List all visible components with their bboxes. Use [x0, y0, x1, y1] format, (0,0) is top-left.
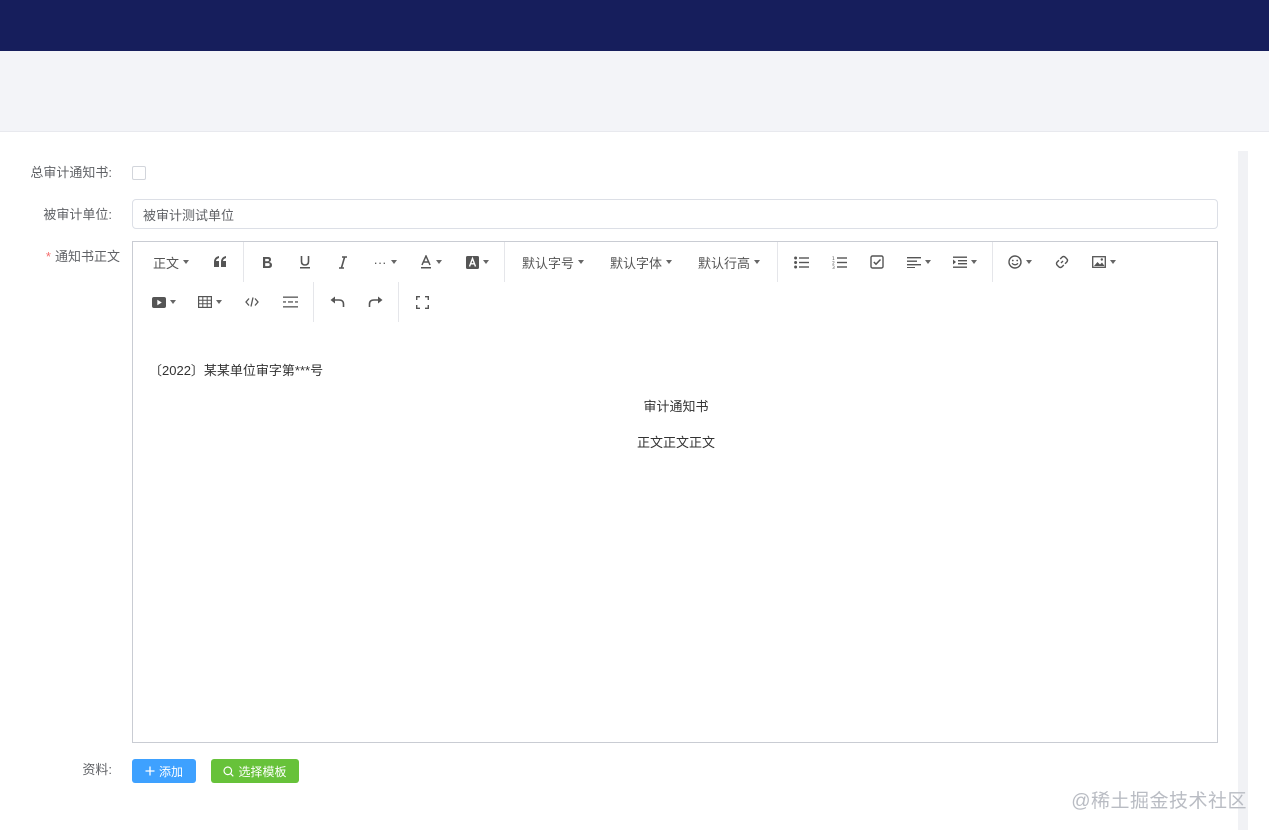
link-button[interactable] [1043, 247, 1081, 277]
chevron-down-icon [390, 260, 397, 264]
bulleted-list-icon [793, 256, 809, 268]
toolbar-separator [313, 282, 314, 322]
divider-button[interactable] [271, 287, 309, 317]
checkbox-list-icon [870, 255, 884, 269]
materials-label: 资料: [82, 762, 112, 777]
sub-header-area [0, 51, 1269, 132]
table-button[interactable] [187, 287, 233, 317]
chevron-down-icon [666, 260, 672, 264]
bulleted-list-button[interactable] [782, 247, 820, 277]
watermark-text: @稀土掘金技术社区 [1071, 791, 1247, 812]
scrollbar-track[interactable] [1238, 151, 1248, 830]
select-template-label: 选择模板 [238, 764, 287, 779]
horizontal-rule-icon [282, 296, 298, 308]
font-size-label: 默认字号 [521, 255, 574, 271]
table-icon [198, 296, 212, 308]
emoji-button[interactable] [997, 247, 1043, 277]
fullscreen-button[interactable] [403, 287, 441, 317]
todo-list-button[interactable] [858, 247, 896, 277]
redo-icon [368, 296, 382, 307]
rich-text-editor: 正文 ··· 默认字号 默认字体 默认行高 1 2 3 〔2022〕某某单位审字… [132, 241, 1218, 743]
chevron-down-icon [971, 260, 977, 264]
align-button[interactable] [896, 247, 942, 277]
bold-icon [263, 256, 272, 268]
fullscreen-icon [415, 295, 429, 309]
chevron-down-icon [183, 260, 189, 264]
audited-unit-input[interactable] [132, 199, 1218, 229]
font-color-icon [421, 255, 431, 269]
indent-icon [953, 256, 967, 268]
heading-select-label: 正文 [152, 255, 179, 271]
chevron-down-icon [170, 300, 176, 304]
underline-icon [300, 256, 310, 269]
align-left-icon [907, 257, 921, 268]
more-styles-button[interactable]: ··· [362, 247, 408, 277]
chevron-down-icon [482, 260, 489, 264]
notice-body-label: * 通知书正文 [8, 248, 120, 266]
plus-icon [145, 766, 155, 776]
svg-text:3: 3 [832, 265, 835, 269]
font-color-button[interactable] [408, 247, 454, 277]
redo-button[interactable] [356, 287, 394, 317]
underline-button[interactable] [286, 247, 324, 277]
numbered-list-button[interactable]: 123 [820, 247, 858, 277]
background-color-button[interactable] [454, 247, 500, 277]
chevron-down-icon [1110, 260, 1116, 264]
video-icon [152, 296, 166, 308]
image-button[interactable] [1081, 247, 1127, 277]
undo-icon [330, 296, 344, 307]
line-height-select[interactable]: 默认行高 [685, 247, 773, 277]
top-navigation-bar [0, 0, 1269, 51]
background-color-icon [465, 255, 479, 269]
document-body: 正文正文正文 [636, 435, 715, 450]
add-material-button[interactable]: 添加 [132, 759, 196, 783]
undo-button[interactable] [318, 287, 356, 317]
chevron-down-icon [216, 300, 222, 304]
more-styles-label: ··· [373, 254, 387, 270]
font-family-label: 默认字体 [609, 255, 662, 271]
numbered-list-icon: 123 [832, 256, 847, 269]
link-icon [1055, 255, 1069, 269]
total-notice-label: 总审计通知书: [30, 165, 112, 180]
italic-icon [339, 255, 347, 269]
image-icon [1092, 256, 1106, 268]
document-reference-number: 〔2022〕某某单位审字第***号 [149, 363, 324, 378]
font-size-select[interactable]: 默认字号 [509, 247, 597, 277]
select-template-button[interactable]: 选择模板 [211, 759, 299, 783]
blockquote-button[interactable] [201, 247, 239, 277]
document-title: 审计通知书 [643, 399, 709, 414]
notice-body-label-text: 通知书正文 [54, 249, 120, 264]
smiley-icon [1008, 255, 1022, 269]
required-mark: * [45, 249, 51, 264]
toolbar-row-2 [133, 282, 441, 322]
toolbar-separator [243, 242, 244, 282]
chevron-down-icon [578, 260, 584, 264]
code-button[interactable] [233, 287, 271, 317]
heading-select[interactable]: 正文 [141, 247, 201, 277]
chevron-down-icon [925, 260, 931, 264]
toolbar-separator [398, 282, 399, 322]
line-height-label: 默认行高 [697, 255, 750, 271]
search-icon [223, 765, 235, 777]
video-button[interactable] [141, 287, 187, 317]
indent-button[interactable] [942, 247, 988, 277]
total-notice-checkbox[interactable] [132, 166, 146, 180]
chevron-down-icon [754, 260, 760, 264]
bold-button[interactable] [248, 247, 286, 277]
font-family-select[interactable]: 默认字体 [597, 247, 685, 277]
editor-toolbar: 正文 ··· 默认字号 默认字体 默认行高 1 2 3 [133, 242, 1217, 324]
quote-icon [214, 256, 226, 267]
add-material-label: 添加 [158, 764, 183, 779]
italic-button[interactable] [324, 247, 362, 277]
toolbar-separator [777, 242, 778, 282]
chevron-down-icon [1026, 260, 1032, 264]
toolbar-separator [992, 242, 993, 282]
chevron-down-icon [436, 260, 442, 264]
code-icon [245, 297, 259, 307]
toolbar-separator [504, 242, 505, 282]
audited-unit-label: 被审计单位: [43, 207, 112, 222]
toolbar-row-1: 正文 ··· 默认字号 默认字体 默认行高 1 2 3 [133, 242, 1127, 282]
